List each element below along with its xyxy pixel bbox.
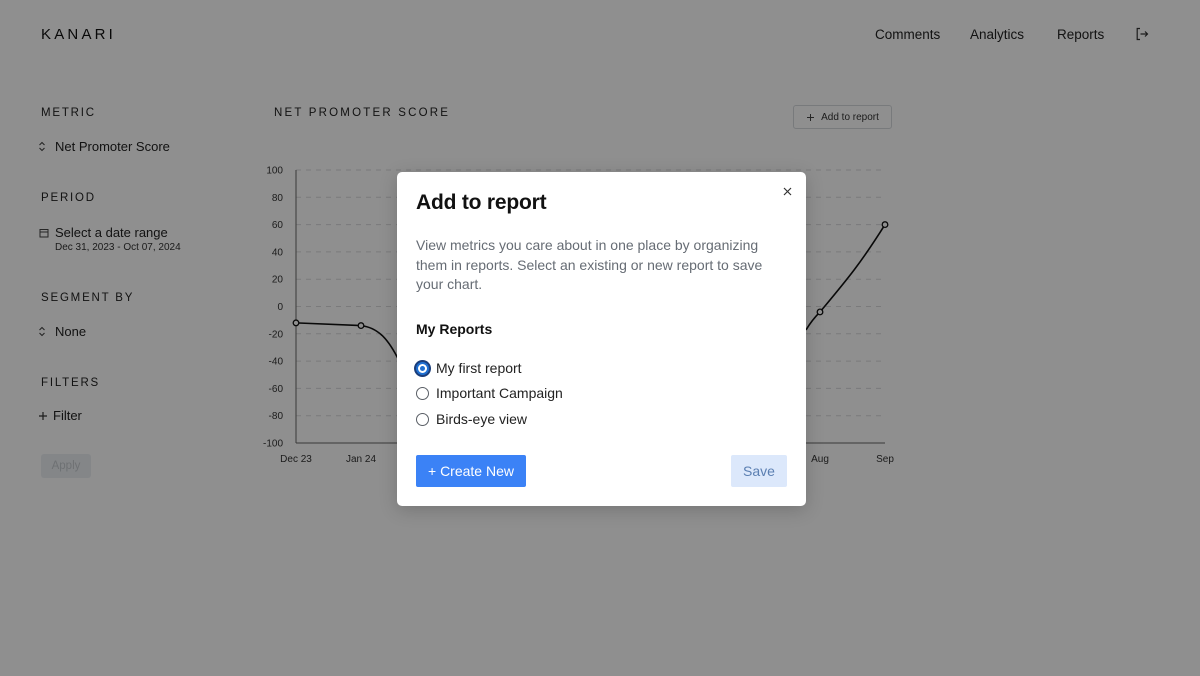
radio-button[interactable] <box>416 386 429 400</box>
radio-button-checked[interactable] <box>416 361 429 375</box>
report-option[interactable]: My first report <box>416 360 522 376</box>
app-page: KANARI Comments Analytics Reports METRIC… <box>0 0 1200 676</box>
add-to-report-modal: Add to report View metrics you care abou… <box>397 172 806 506</box>
my-reports-heading: My Reports <box>416 321 493 337</box>
modal-description: View metrics you care about in one place… <box>416 237 763 292</box>
report-option[interactable]: Birds-eye view <box>416 411 527 427</box>
radio-button[interactable] <box>416 412 429 426</box>
report-option-label: My first report <box>436 360 522 376</box>
save-button[interactable]: Save <box>731 455 787 487</box>
close-button[interactable] <box>780 184 794 198</box>
report-option[interactable]: Important Campaign <box>416 385 563 401</box>
modal-title: Add to report <box>416 191 547 214</box>
close-icon <box>783 187 791 195</box>
create-new-button[interactable]: + Create New <box>416 455 526 487</box>
report-option-label: Birds-eye view <box>436 411 528 427</box>
report-option-label: Important Campaign <box>436 385 563 401</box>
